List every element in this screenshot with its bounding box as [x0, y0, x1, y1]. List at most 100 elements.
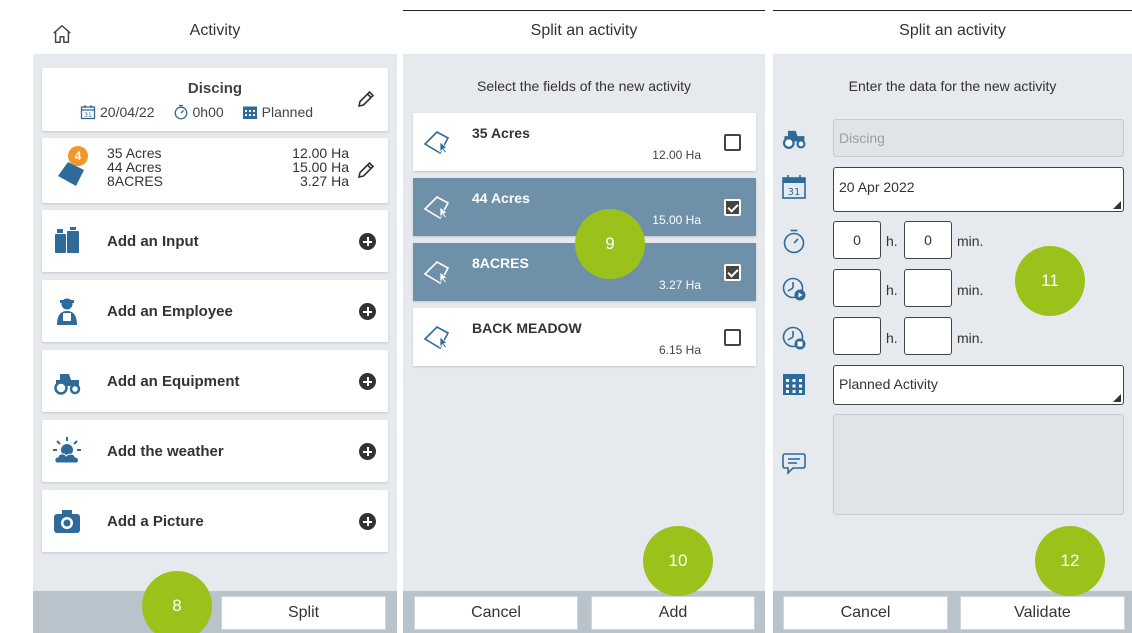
- add-picture-button[interactable]: Add a Picture: [42, 490, 388, 552]
- cancel-button[interactable]: Cancel: [414, 596, 578, 630]
- new-activity-title: Split an activity: [899, 22, 1006, 39]
- stopwatch-icon: [174, 104, 187, 120]
- activity-status: Planned: [261, 104, 314, 120]
- new-activity-panel: Split an activity Enter the data for the…: [773, 0, 1132, 633]
- field-list: 35 Acres 12.00 Ha 44 Acres 15.00 Ha 8ACRES…: [107, 146, 349, 188]
- input-jerrycan-icon: [55, 227, 79, 253]
- edit-fields-pencil-icon[interactable]: [356, 160, 376, 180]
- field-area: 6.15 Ha: [658, 343, 701, 357]
- activity-name: Discing: [187, 80, 243, 97]
- start-time-icon: [782, 277, 806, 301]
- add-input-label: Add an Input: [107, 233, 199, 250]
- split-button[interactable]: Split: [221, 596, 386, 630]
- step-marker-12: 12: [1035, 526, 1105, 596]
- start-minutes-input[interactable]: [904, 269, 952, 307]
- new-activity-footer: Cancel Validate: [773, 591, 1132, 633]
- start-hours-input[interactable]: [833, 269, 881, 307]
- page-title: Activity: [189, 22, 241, 39]
- edit-pencil-icon[interactable]: [356, 89, 376, 109]
- split-fields-body: Select the fields of the new activity 35…: [403, 54, 765, 591]
- field-select-icon: [423, 261, 450, 285]
- activity-body: Discing 31 20/04/22 0h00 Planned 4 35 Ac…: [33, 54, 397, 591]
- field-checkbox[interactable]: [724, 134, 741, 151]
- add-equipment-label: Add an Equipment: [107, 373, 240, 390]
- step-marker-8: 8: [142, 571, 212, 633]
- field-name: 44 Acres: [472, 190, 530, 206]
- date-field[interactable]: 20 Apr 2022: [833, 167, 1124, 212]
- end-hours-input[interactable]: [833, 317, 881, 355]
- split-fields-footer: Cancel Add: [403, 591, 765, 633]
- hours-unit: h.: [886, 330, 898, 346]
- planned-calendar-icon: [783, 374, 805, 395]
- field-select-icon: [423, 131, 450, 155]
- plus-circle-icon: [359, 373, 376, 390]
- field-name: 35 Acres: [472, 125, 530, 141]
- validate-button[interactable]: Validate: [960, 596, 1125, 630]
- activity-duration: 0h00: [192, 104, 224, 120]
- comment-icon: [782, 453, 806, 475]
- duration-hours-input[interactable]: 0: [833, 221, 881, 259]
- step-marker-10: 10: [643, 526, 713, 596]
- add-button[interactable]: Add: [591, 596, 755, 630]
- end-minutes-input[interactable]: [904, 317, 952, 355]
- field-checkbox[interactable]: [724, 329, 741, 346]
- activity-type-field: Discing: [833, 119, 1124, 157]
- planned-calendar-icon: [242, 106, 257, 119]
- new-activity-header: Split an activity: [773, 0, 1132, 54]
- tractor-icon: [782, 130, 806, 149]
- add-picture-label: Add a Picture: [107, 513, 204, 530]
- field-name: 8ACRES: [472, 255, 529, 271]
- field-row-35-acres[interactable]: 35 Acres 12.00 Ha: [413, 113, 756, 171]
- duration-minutes-input[interactable]: 0: [904, 221, 952, 259]
- add-employee-label: Add an Employee: [107, 303, 233, 320]
- field-select-icon: [423, 326, 450, 350]
- plus-circle-icon: [359, 233, 376, 250]
- step-marker-11: 11: [1015, 246, 1085, 316]
- hours-unit: h.: [886, 233, 898, 249]
- split-instruction: Select the fields of the new activity: [477, 78, 691, 94]
- split-header: Split an activity: [403, 0, 765, 54]
- add-weather-label: Add the weather: [107, 443, 224, 460]
- activity-header: Activity: [33, 0, 397, 54]
- camera-icon: [54, 510, 80, 533]
- dropdown-corner-icon: [1113, 201, 1121, 209]
- field-area: 3.27 Ha: [658, 278, 701, 292]
- field-area: 12.00 Ha: [652, 148, 701, 162]
- add-employee-button[interactable]: Add an Employee: [42, 280, 388, 342]
- new-activity-instruction: Enter the data for the new activity: [848, 78, 1057, 94]
- weather-icon: [53, 437, 81, 464]
- plus-circle-icon: [359, 303, 376, 320]
- field-row: 8ACRES 3.27 Ha: [107, 173, 349, 189]
- step-marker-9: 9: [575, 209, 645, 279]
- field-name: BACK MEADOW: [472, 320, 582, 336]
- plus-circle-icon: [359, 443, 376, 460]
- calendar-icon: 31: [782, 175, 806, 199]
- activity-panel: Activity Discing 31 20/04/22 0h00 Planne…: [33, 0, 397, 633]
- plus-circle-icon: [359, 513, 376, 530]
- field-checkbox-checked[interactable]: [724, 199, 741, 216]
- fields-card[interactable]: 4 35 Acres 12.00 Ha 44 Acres 15.00 Ha 8ACR…: [42, 138, 388, 203]
- svg-text:31: 31: [84, 112, 92, 119]
- cancel-button[interactable]: Cancel: [783, 596, 948, 630]
- employee-icon: [57, 298, 77, 325]
- dropdown-corner-icon: [1113, 394, 1121, 402]
- add-weather-button[interactable]: Add the weather: [42, 420, 388, 482]
- activity-footer: Split: [33, 591, 397, 633]
- minutes-unit: min.: [957, 282, 984, 298]
- comment-textarea[interactable]: [833, 414, 1124, 515]
- field-row: 44 Acres 15.00 Ha: [107, 159, 349, 175]
- activity-summary-card[interactable]: Discing 31 20/04/22 0h00 Planned: [42, 68, 388, 131]
- split-title: Split an activity: [530, 22, 638, 39]
- field-row: 35 Acres 12.00 Ha: [107, 145, 349, 161]
- end-time-icon: [782, 326, 806, 350]
- split-fields-panel: Split an activity Select the fields of t…: [403, 0, 765, 633]
- field-row-back-meadow[interactable]: BACK MEADOW 6.15 Ha: [413, 308, 756, 366]
- minutes-unit: min.: [957, 330, 984, 346]
- add-equipment-button[interactable]: Add an Equipment: [42, 350, 388, 412]
- add-input-button[interactable]: Add an Input: [42, 210, 388, 272]
- stopwatch-icon: [783, 229, 805, 254]
- status-select[interactable]: Planned Activity: [833, 365, 1124, 405]
- field-area: 15.00 Ha: [652, 213, 701, 227]
- new-activity-body: Enter the data for the new activity Disc…: [773, 54, 1132, 591]
- field-checkbox-checked[interactable]: [724, 264, 741, 281]
